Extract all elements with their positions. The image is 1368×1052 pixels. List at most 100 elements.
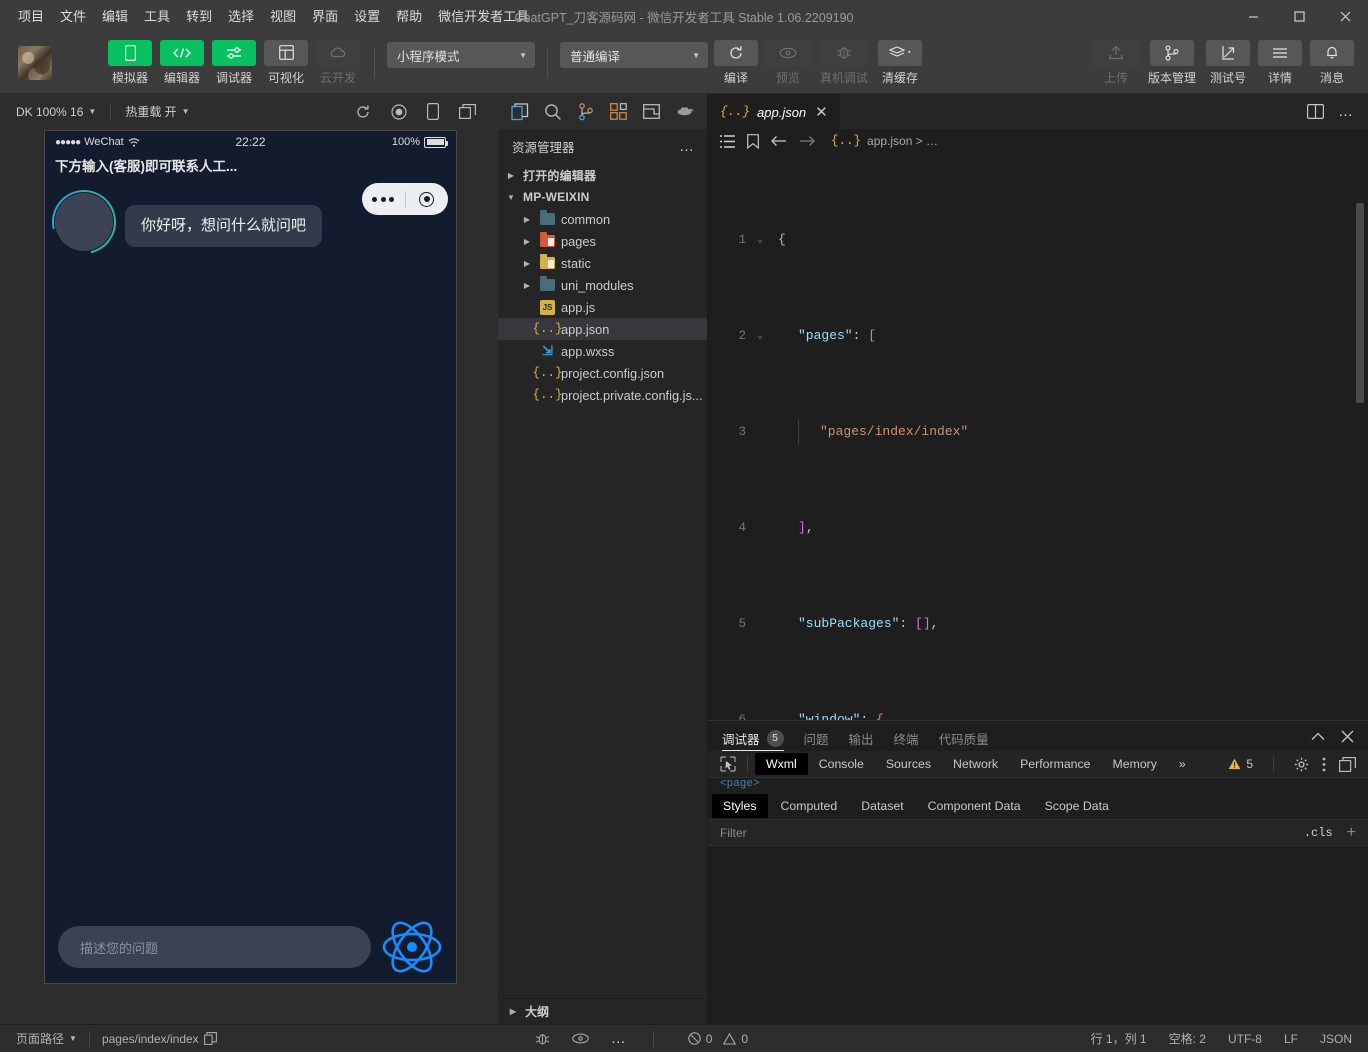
cursor-position[interactable]: 行 1，列 1 (1091, 1030, 1147, 1047)
menu-item-goto[interactable]: 转到 (178, 6, 220, 27)
styles-tab-computed[interactable]: Computed (770, 794, 849, 818)
close-button[interactable] (1322, 0, 1368, 32)
close-icon[interactable] (1341, 730, 1354, 743)
toolbar-button-upload[interactable]: 上传 (1092, 40, 1140, 86)
editor-tab-app-json[interactable]: {..} app.json ✕ (708, 94, 840, 129)
tree-section-mp-weixin[interactable]: ▼ MP-WEIXIN (498, 186, 707, 208)
mode-select[interactable]: 小程序模式 ▼ (387, 42, 535, 68)
toolbar-button-test-account[interactable]: 测试号 (1204, 40, 1252, 86)
copy-icon[interactable] (204, 1032, 217, 1045)
devtools-tab-sources[interactable]: Sources (875, 753, 942, 775)
panel-tab-problems[interactable]: 问题 (804, 721, 829, 751)
search-icon[interactable] (541, 100, 565, 124)
panel-tab-code-quality[interactable]: 代码质量 (939, 721, 989, 751)
forward-arrow-icon[interactable] (799, 135, 815, 147)
minimize-button[interactable] (1230, 0, 1276, 32)
filter-input[interactable]: Filter (708, 826, 1304, 840)
menu-item-tools[interactable]: 工具 (136, 6, 178, 27)
chevron-up-icon[interactable] (1311, 732, 1325, 741)
tree-item-app-js[interactable]: ▶ JS app.js (498, 296, 707, 318)
menu-item-view[interactable]: 视图 (262, 6, 304, 27)
tree-item-uni-modules[interactable]: ▶ uni_modules (498, 274, 707, 296)
menu-item-file[interactable]: 文件 (52, 6, 94, 27)
add-style-button[interactable]: + (1347, 825, 1368, 841)
styles-tab-scope-data[interactable]: Scope Data (1034, 794, 1120, 818)
gear-icon[interactable] (1294, 757, 1309, 772)
toolbar-button-messages[interactable]: 消息 (1308, 40, 1356, 86)
devtools-tab-overflow[interactable]: » (1168, 753, 1197, 775)
dock-panel-icon[interactable] (1339, 757, 1356, 772)
compile-mode-select[interactable]: 普通编译 ▼ (560, 42, 708, 68)
language-mode[interactable]: JSON (1320, 1032, 1352, 1046)
back-arrow-icon[interactable] (771, 135, 787, 147)
hot-reload-select[interactable]: 热重载 开 ▼ (119, 100, 195, 123)
fold-chevron-icon[interactable]: ⌄ (750, 324, 770, 348)
menu-item-project[interactable]: 项目 (10, 6, 52, 27)
close-icon[interactable]: ✕ (813, 105, 830, 120)
capsule-more-button[interactable] (362, 197, 405, 202)
devtools-tab-performance[interactable]: Performance (1009, 753, 1101, 775)
code-editor[interactable]: 1⌄{ 2⌄"pages": [ 3"pages/index/index" 4]… (708, 153, 1368, 720)
editor-scrollbar[interactable] (1356, 153, 1366, 720)
editor-scrollbar-thumb[interactable] (1356, 203, 1364, 403)
page-path-value-group[interactable]: pages/index/index (94, 1032, 225, 1046)
devtools-tab-console[interactable]: Console (808, 753, 875, 775)
tree-item-project-config[interactable]: ▶ {..} project.config.json (498, 362, 707, 384)
bug-icon[interactable] (535, 1032, 550, 1046)
devtools-tab-memory[interactable]: Memory (1102, 753, 1168, 775)
panel-tab-output[interactable]: 输出 (849, 721, 874, 751)
outline-icon[interactable] (720, 135, 735, 148)
devtools-tab-wxml[interactable]: Wxml (755, 753, 808, 775)
device-select[interactable]: DK 100% 16 ▼ (10, 102, 102, 122)
capsule-close-button[interactable] (406, 192, 449, 207)
wechat-capsule-button[interactable] (362, 183, 448, 215)
panel-tab-terminal[interactable]: 终端 (894, 721, 919, 751)
encoding-setting[interactable]: UTF-8 (1228, 1032, 1262, 1046)
maximize-button[interactable] (1276, 0, 1322, 32)
record-icon[interactable] (391, 104, 407, 120)
tree-item-app-json[interactable]: ▶ {..} app.json (498, 318, 707, 340)
question-input[interactable]: 描述您的问题 (58, 926, 371, 968)
toolbar-button-remote-debug[interactable]: 真机调试 (816, 40, 872, 86)
toolbar-button-preview[interactable]: 预览 (764, 40, 812, 86)
warning-count-chip[interactable]: 5 (1228, 757, 1253, 771)
toolbar-button-details[interactable]: 详情 (1256, 40, 1304, 86)
files-icon[interactable] (508, 100, 532, 124)
outline-section[interactable]: ▶ 大纲 (498, 998, 707, 1024)
toolbar-button-visualization[interactable]: 可视化 (262, 40, 310, 86)
explorer-more-icon[interactable]: … (679, 142, 695, 151)
toolbar-button-clear-cache[interactable]: 清缓存 (876, 40, 924, 86)
panel-tab-debugger[interactable]: 调试器 5 (722, 721, 784, 751)
devtools-tab-network[interactable]: Network (942, 753, 1009, 775)
menu-item-edit[interactable]: 编辑 (94, 6, 136, 27)
toolbar-button-editor[interactable]: 编辑器 (158, 40, 206, 86)
split-editor-icon[interactable] (1307, 104, 1324, 119)
styles-tab-dataset[interactable]: Dataset (850, 794, 914, 818)
indent-setting[interactable]: 空格: 2 (1169, 1030, 1206, 1047)
tree-section-open-editors[interactable]: ▶ 打开的编辑器 (498, 164, 707, 186)
cls-button[interactable]: .cls (1304, 826, 1347, 840)
menu-item-settings[interactable]: 设置 (346, 6, 388, 27)
error-warning-counts[interactable]: 0 0 (680, 1032, 756, 1046)
menu-item-devtools[interactable]: 微信开发者工具 (430, 6, 537, 27)
toolbar-button-cloud[interactable]: 云开发 (314, 40, 362, 86)
toolbar-button-compile[interactable]: 编译 (712, 40, 760, 86)
editor-more-icon[interactable]: … (1338, 107, 1354, 116)
source-control-icon[interactable] (574, 100, 598, 124)
tree-item-app-wxss[interactable]: ▶ ⇲ app.wxss (498, 340, 707, 362)
more-vertical-icon[interactable] (1322, 757, 1326, 772)
layout-icon[interactable] (640, 100, 664, 124)
eye-icon[interactable] (572, 1033, 589, 1044)
rotate-device-icon[interactable] (427, 103, 439, 120)
tree-item-static[interactable]: ▶ static (498, 252, 707, 274)
menu-item-help[interactable]: 帮助 (388, 6, 430, 27)
tree-item-common[interactable]: ▶ common (498, 208, 707, 230)
styles-tab-styles[interactable]: Styles (712, 794, 768, 818)
bookmark-icon[interactable] (747, 134, 759, 149)
docker-icon[interactable] (673, 100, 697, 124)
more-icon[interactable]: … (611, 1034, 627, 1043)
tree-item-project-private-config[interactable]: ▶ {..} project.private.config.js... (498, 384, 707, 406)
toolbar-button-version-control[interactable]: 版本管理 (1144, 40, 1200, 86)
styles-tab-component-data[interactable]: Component Data (917, 794, 1032, 818)
user-avatar[interactable] (18, 46, 52, 80)
